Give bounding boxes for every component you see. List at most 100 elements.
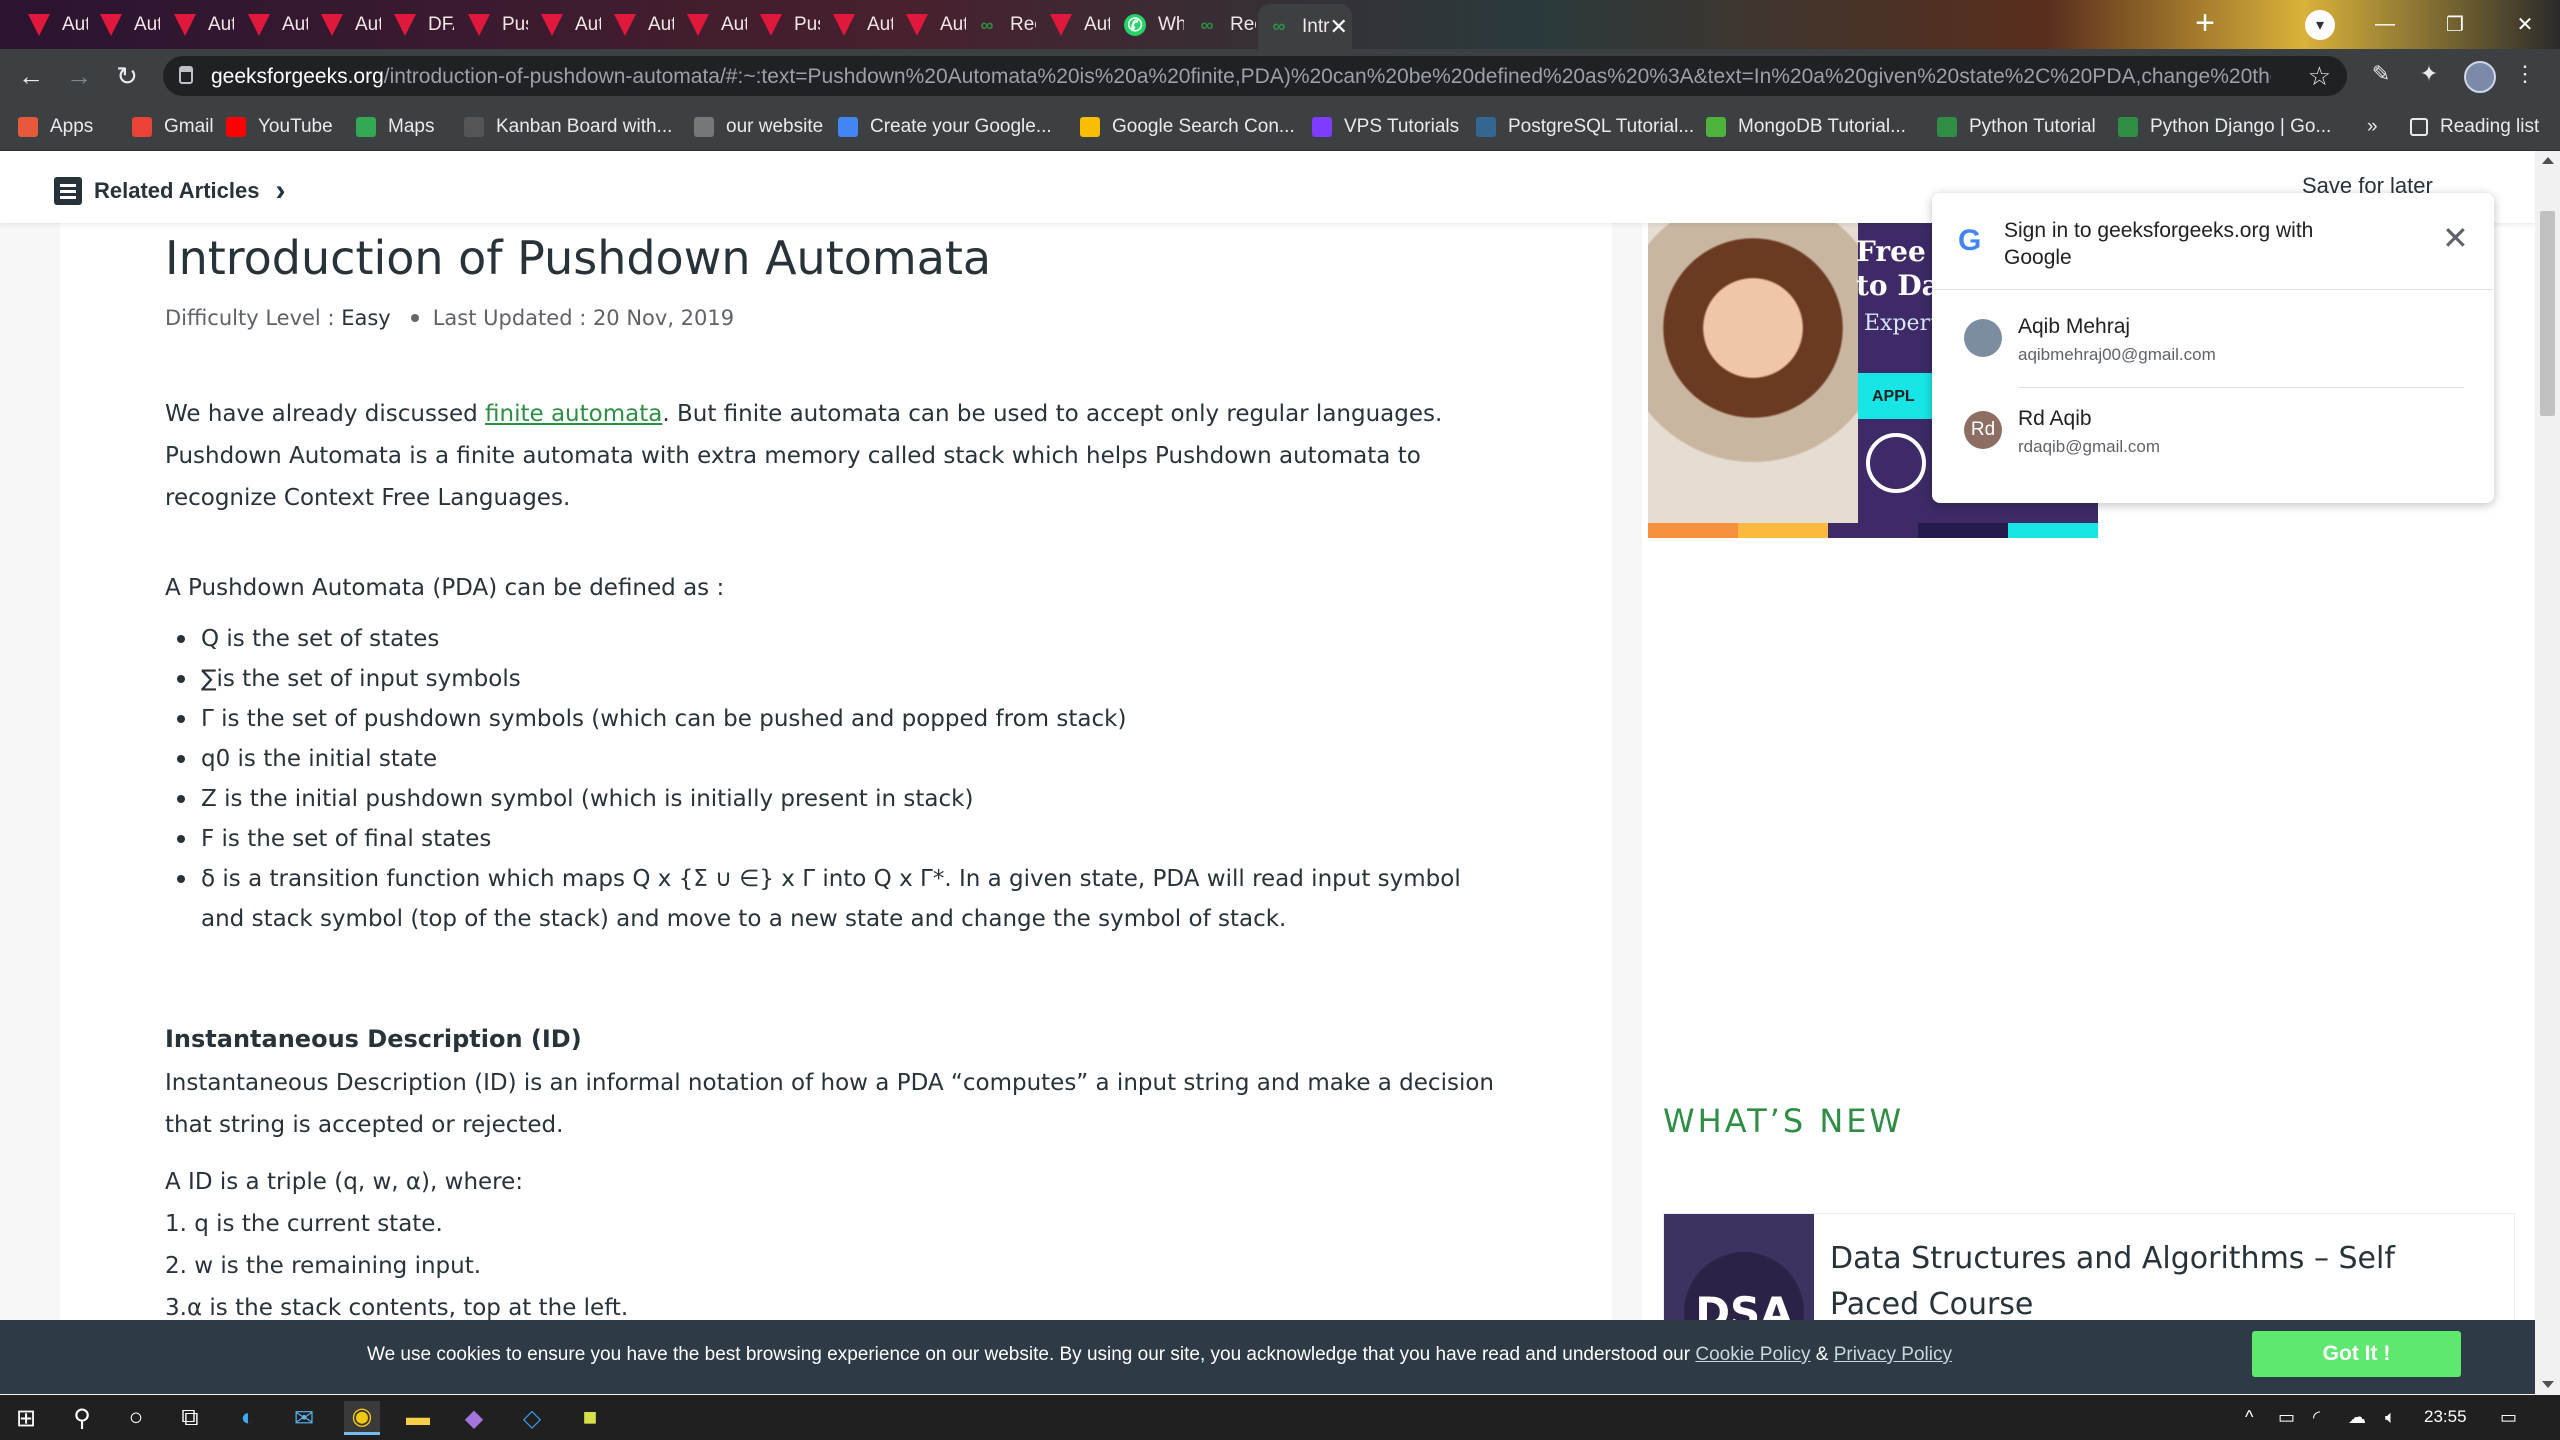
bookmark-item[interactable]: Create your Google...	[838, 113, 1052, 141]
tab[interactable]: Autom	[90, 6, 160, 44]
tab[interactable]: Pushdo	[750, 6, 820, 44]
tab[interactable]: ∞ Recursi	[1186, 6, 1256, 44]
bookmark-label: YouTube	[258, 116, 333, 137]
id-triple: A ID is a triple (q, w, α), where:	[165, 1169, 524, 1195]
reading-list-button[interactable]: Reading list	[2410, 113, 2539, 141]
notifications-icon[interactable]: ▭	[2500, 1407, 2517, 1428]
difficulty-value: Easy	[341, 306, 391, 330]
bookmark-item[interactable]: Google Search Con...	[1080, 113, 1295, 141]
minimize-button[interactable]: —	[2350, 0, 2420, 49]
url-text[interactable]: geeksforgeeks.org/introduction-of-pushdo…	[211, 65, 2271, 89]
bookmark-star-icon[interactable]: ☆	[2308, 61, 2331, 92]
tab[interactable]: Autom	[823, 6, 893, 44]
bookmark-item[interactable]: Kanban Board with...	[464, 113, 672, 141]
tab[interactable]: ∞ Recursi	[966, 6, 1036, 44]
tab-search-icon[interactable]: ▾	[2305, 10, 2335, 40]
tab[interactable]: Autom	[896, 6, 966, 44]
cortana-icon[interactable]: ○	[118, 1401, 154, 1435]
scroll-up-arrow[interactable]	[2542, 157, 2554, 164]
onedrive-icon[interactable]: ☁	[2348, 1407, 2366, 1428]
scroll-down-arrow[interactable]	[2542, 1381, 2554, 1388]
tab[interactable]: ∞ Intr ✕	[1258, 4, 1352, 49]
bookmark-label: Google Search Con...	[1112, 116, 1295, 137]
tab[interactable]: Autom	[531, 6, 601, 44]
close-window-button[interactable]: ✕	[2490, 0, 2560, 49]
bookmark-item[interactable]: VPS Tutorials	[1312, 113, 1459, 141]
search-icon[interactable]: ⚲	[64, 1401, 100, 1435]
address-bar[interactable]: geeksforgeeks.org/introduction-of-pushdo…	[163, 56, 2347, 96]
restore-button[interactable]: ❐	[2420, 0, 2490, 49]
wifi-icon[interactable]: ◜	[2313, 1407, 2320, 1428]
search-console-icon	[1080, 117, 1100, 137]
menu-icon[interactable]: ⋮	[2510, 61, 2540, 91]
vscode-icon[interactable]: ◇	[514, 1401, 550, 1435]
bookmark-item[interactable]: YouTube	[226, 113, 333, 141]
got-it-button[interactable]: Got It !	[2252, 1331, 2461, 1377]
bookmark-item[interactable]: Maps	[356, 113, 434, 141]
cookie-policy-link[interactable]: Cookie Policy	[1695, 1344, 1810, 1365]
tab[interactable]: Autom	[18, 6, 88, 44]
tab[interactable]: Autom	[164, 6, 234, 44]
tab-title: Autom	[355, 14, 381, 35]
vertical-scrollbar[interactable]	[2535, 151, 2560, 1394]
lock-icon[interactable]	[179, 66, 193, 84]
finite-automata-link[interactable]: finite automata	[485, 401, 662, 427]
mail-icon[interactable]: ✉	[286, 1401, 322, 1435]
tab[interactable]: Autom	[604, 6, 674, 44]
volume-icon[interactable]: 🔈︎	[2385, 1407, 2396, 1428]
task-view-icon[interactable]: ⧉	[172, 1401, 208, 1435]
close-icon[interactable]: ✕	[2442, 219, 2469, 257]
battery-icon[interactable]: ▭	[2278, 1407, 2295, 1428]
bookmark-label: Gmail	[164, 116, 214, 137]
bookmark-item[interactable]: Apps	[18, 113, 93, 141]
related-articles-button[interactable]: Related Articles ›	[54, 174, 285, 208]
back-icon[interactable]: ←	[16, 61, 46, 91]
bookmark-item[interactable]: Python Django | Go...	[2118, 113, 2331, 141]
bookmark-item[interactable]: Gmail	[132, 113, 214, 141]
definition-item: Γ is the set of pushdown symbols (which …	[165, 699, 1495, 739]
google-icon	[838, 117, 858, 137]
close-tab-icon[interactable]: ✕	[1329, 14, 1347, 40]
bookmark-item[interactable]: Python Tutorial	[1937, 113, 2096, 141]
tab[interactable]: DFA | D	[384, 6, 454, 44]
reload-icon[interactable]: ↻	[112, 61, 142, 91]
chrome-icon[interactable]: ◉	[344, 1401, 380, 1435]
difficulty-label: Difficulty Level :	[165, 306, 342, 330]
bookmarks-overflow-button[interactable]: »	[2367, 113, 2378, 141]
tab-title: Intr	[1302, 15, 1330, 37]
bookmark-item[interactable]: our website	[694, 113, 823, 141]
profile-avatar[interactable]	[2464, 61, 2496, 93]
visual-studio-icon[interactable]: ◆	[456, 1401, 492, 1435]
bookmark-label: our website	[726, 116, 824, 137]
bookmark-item[interactable]: PostgreSQL Tutorial...	[1476, 113, 1694, 141]
new-tab-button[interactable]: +	[2188, 6, 2222, 42]
bookmark-item[interactable]: MongoDB Tutorial...	[1706, 113, 1906, 141]
tray-chevron-icon[interactable]: ^	[2245, 1407, 2253, 1428]
gfg-icon: ∞	[1272, 16, 1286, 36]
windows-start-icon[interactable]: ⊞	[8, 1401, 44, 1435]
bookmark-label: PostgreSQL Tutorial...	[1508, 116, 1695, 137]
account-option[interactable]: Aqib Mehraj aqibmehraj00@gmail.com	[1932, 293, 2494, 383]
tab[interactable]: Pushdo	[458, 6, 528, 44]
pycharm-icon[interactable]: ■	[572, 1401, 608, 1435]
tab[interactable]: Autom	[1040, 6, 1110, 44]
course-title[interactable]: Data Structures and Algorithms – Self Pa…	[1830, 1236, 2490, 1328]
page-gutter	[0, 223, 60, 1394]
privacy-policy-link[interactable]: Privacy Policy	[1834, 1344, 1952, 1365]
tab[interactable]: Autom	[311, 6, 381, 44]
bookmark-label: Kanban Board with...	[496, 116, 673, 137]
extensions-icon[interactable]: ✦	[2414, 61, 2444, 91]
scrollbar-thumb[interactable]	[2540, 211, 2555, 416]
definition-item: δ is a transition function which maps Q …	[165, 859, 1495, 939]
definition-item: q0 is the initial state	[165, 739, 1495, 779]
tab[interactable]: ✆ Whats/	[1114, 6, 1184, 44]
account-option[interactable]: Rd Rd Aqib rdaqib@gmail.com	[1932, 385, 2494, 475]
forward-icon[interactable]: →	[64, 61, 94, 91]
tab[interactable]: Autom	[238, 6, 308, 44]
clock[interactable]: 23:55	[2424, 1407, 2467, 1427]
v-icon	[541, 14, 563, 36]
tab[interactable]: Autom	[677, 6, 747, 44]
edge-icon[interactable]: ◐	[230, 1401, 266, 1435]
file-explorer-icon[interactable]: ▬	[400, 1401, 436, 1435]
edit-icon[interactable]: ✎	[2366, 61, 2396, 91]
